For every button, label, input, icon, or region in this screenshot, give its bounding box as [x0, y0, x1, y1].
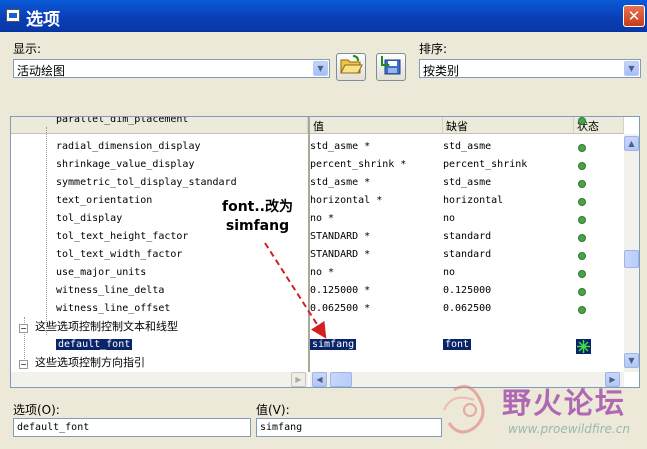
watermark-url: www.proewildfire.cn — [508, 422, 630, 436]
value-field-label: 值(V): — [256, 403, 290, 417]
option-name-input[interactable]: default_font — [13, 418, 251, 437]
watermark: 野火论坛 www.proewildfire.cn — [432, 378, 647, 449]
value-input[interactable]: simfang — [256, 418, 442, 437]
watermark-title: 野火论坛 — [502, 386, 627, 420]
watermark-logo-icon — [443, 384, 485, 434]
option-field-label: 选项(O): — [13, 403, 60, 417]
